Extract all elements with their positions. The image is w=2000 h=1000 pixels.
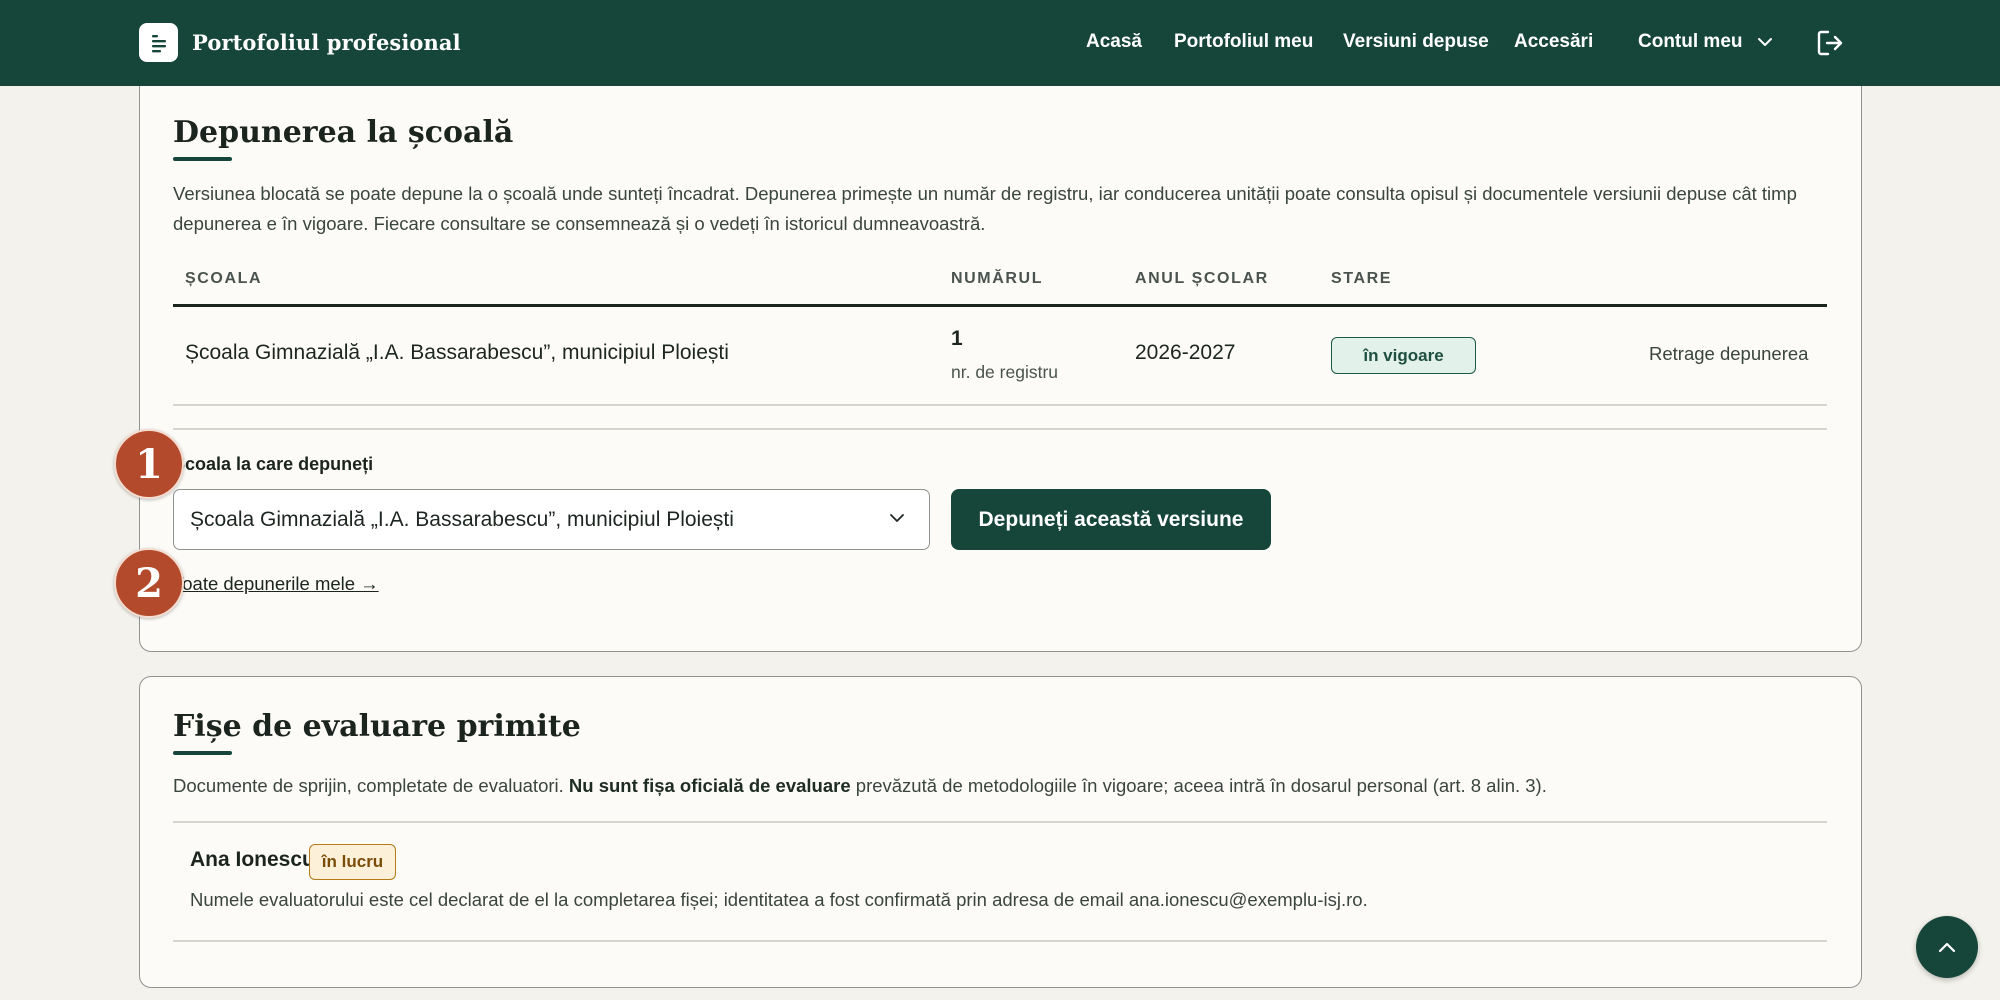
submission-description-line1: Versiunea blocată se poate depune la o ș… (173, 183, 1797, 204)
evaluator-name: Ana Ionescu (190, 848, 315, 871)
account-menu[interactable]: Contul meu (1638, 31, 1773, 53)
title-underline (173, 751, 232, 755)
nav-my-portfolio[interactable]: Portofoliul meu (1174, 31, 1313, 53)
brand-title: Portofoliul profesional (192, 30, 461, 55)
description-text: prevăzută de metodologiile în vigoare; a… (850, 775, 1547, 796)
evaluator-note: Numele evaluatorului este cel declarat d… (190, 889, 1368, 910)
scroll-to-top-button[interactable] (1916, 916, 1978, 978)
row-registry-caption: nr. de registru (951, 362, 1058, 382)
evaluations-description: Documente de sprijin, completate de eval… (173, 771, 1547, 801)
school-select-value: Școala Gimnazială „I.A. Bassarabescu”, m… (190, 507, 734, 531)
description-text: Documente de sprijin, completate de eval… (173, 775, 569, 796)
column-header-number: NUMĂRUL (951, 270, 1044, 287)
logout-button[interactable] (1815, 28, 1845, 63)
brand[interactable]: Portofoliul profesional (139, 23, 461, 62)
nav-submitted-versions[interactable]: Versiuni depuse (1343, 31, 1489, 53)
row-divider (173, 404, 1827, 406)
account-label: Contul meu (1638, 31, 1743, 52)
description-emphasis: Nu sunt fișa oficială de evaluare (568, 775, 851, 796)
title-underline (173, 157, 232, 161)
step-marker-2: 2 (114, 548, 184, 618)
step-marker-1: 1 (114, 429, 184, 499)
table-header-rule (173, 304, 1827, 307)
row-registry-number: 1 (951, 327, 963, 350)
logout-icon (1817, 30, 1843, 56)
column-header-school: ȘCOALA (185, 270, 263, 287)
nav-home[interactable]: Acasă (1086, 31, 1142, 53)
withdraw-submission-link[interactable]: Retrage depunerea (1649, 343, 1808, 365)
section-divider (173, 428, 1827, 430)
chevron-down-icon (1757, 38, 1772, 46)
submission-title: Depunerea la școală (173, 115, 514, 150)
row-school-year: 2026-2027 (1135, 341, 1236, 364)
column-header-school-year: ANUL ȘCOLAR (1135, 270, 1269, 287)
status-badge: în vigoare (1331, 337, 1476, 374)
chevron-down-icon (890, 514, 904, 522)
school-select-label: Școala la care depuneți (173, 454, 374, 474)
nav-accesses[interactable]: Accesări (1514, 31, 1593, 53)
status-badge: în lucru (309, 844, 396, 880)
evaluations-title: Fișe de evaluare primite (173, 709, 581, 744)
row-school: Școala Gimnazială „I.A. Bassarabescu”, m… (185, 341, 729, 364)
list-divider (173, 940, 1827, 942)
submit-version-button[interactable]: Depuneți această versiune (951, 489, 1271, 550)
document-icon (139, 23, 178, 62)
arrow-up-icon (1938, 942, 1956, 953)
list-divider (173, 821, 1827, 823)
all-submissions-link[interactable]: Toate depunerile mele → (173, 573, 379, 595)
submission-description-line2: depunerea e în vigoare. Fiecare consulta… (173, 213, 986, 234)
column-header-status: STARE (1331, 270, 1393, 287)
school-select[interactable]: Școala Gimnazială „I.A. Bassarabescu”, m… (173, 489, 930, 550)
top-navigation-bar: Portofoliul profesional Acasă Portofoliu… (0, 0, 2000, 86)
